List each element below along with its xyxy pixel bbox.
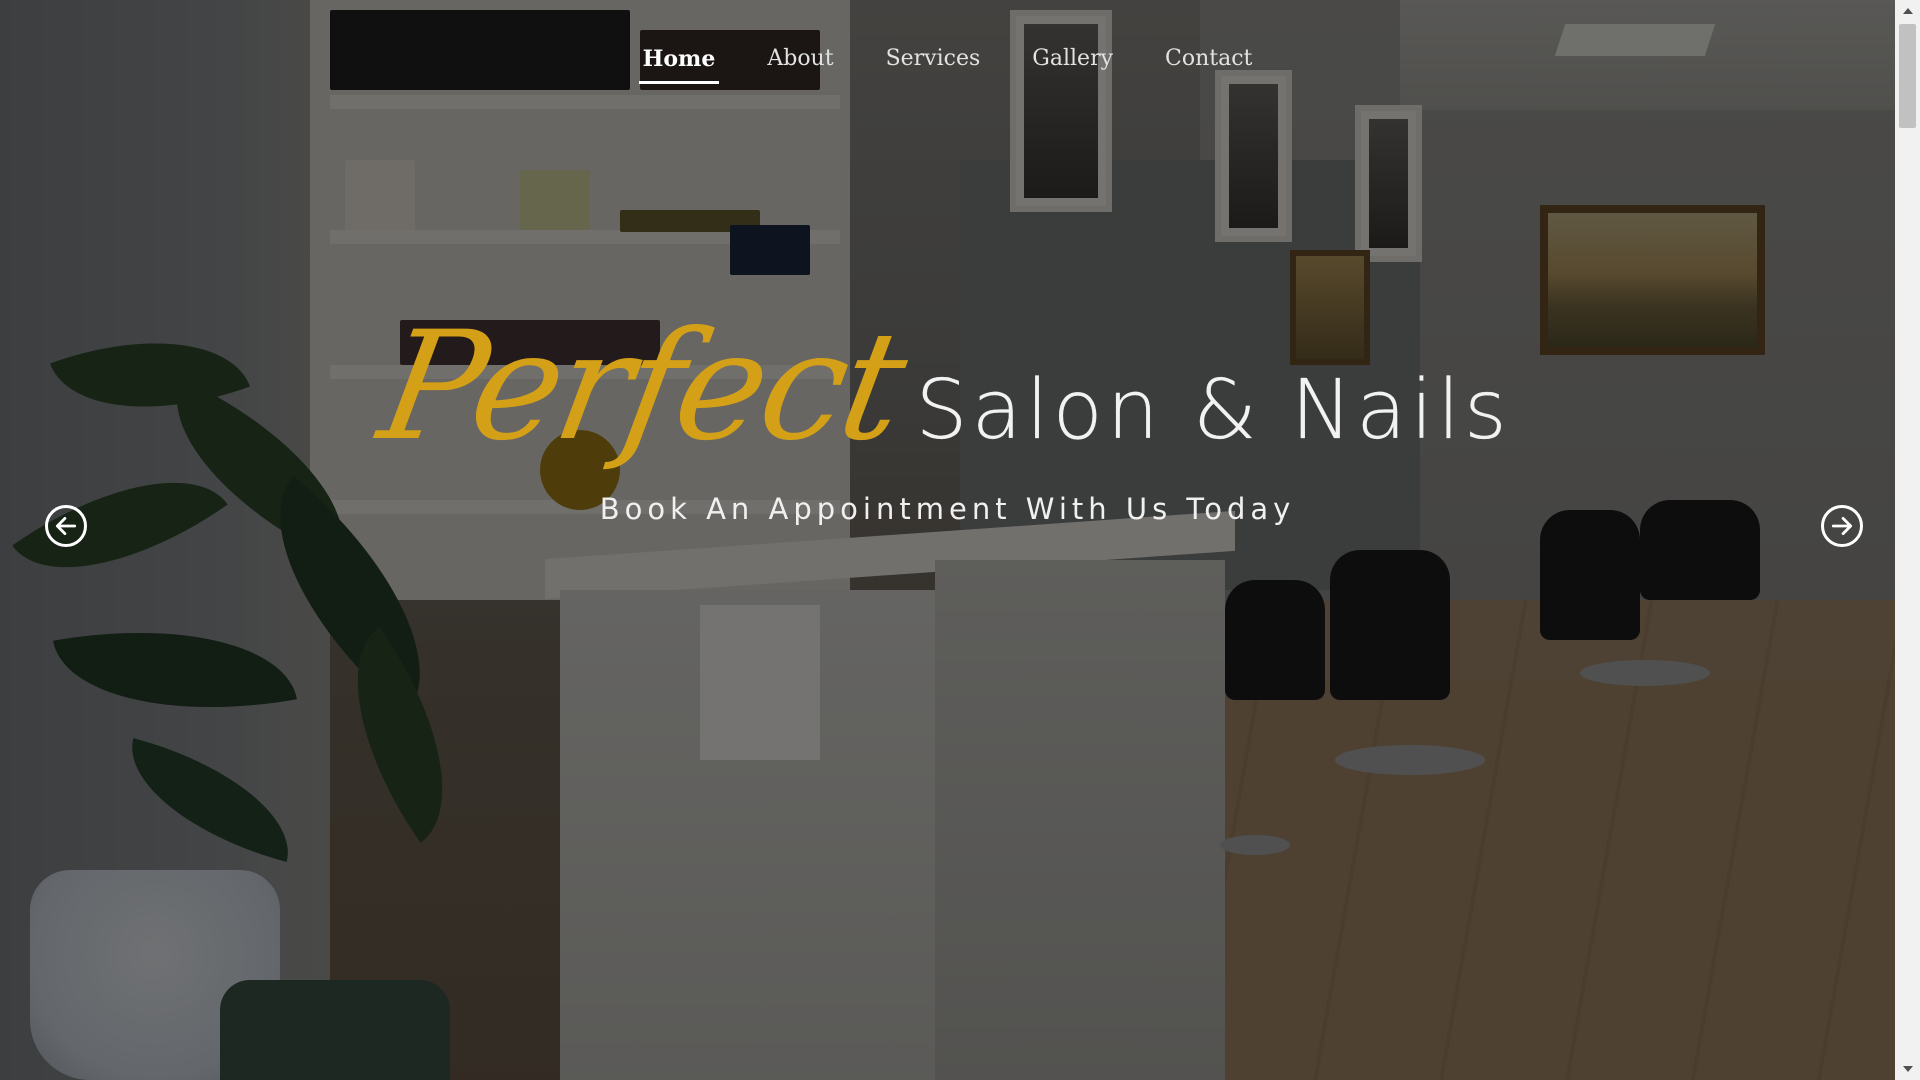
page: Home About Services Gallery Contact Perf… — [0, 0, 1920, 1080]
scrollbar-thumb[interactable] — [1899, 24, 1916, 128]
carousel-prev-button[interactable] — [45, 505, 87, 547]
nav-home[interactable]: Home — [638, 44, 720, 84]
hero-dark-overlay — [0, 0, 1895, 1080]
nav-gallery[interactable]: Gallery — [1028, 44, 1117, 84]
main-nav: Home About Services Gallery Contact — [0, 44, 1895, 84]
scroll-up-arrow-icon[interactable] — [1895, 0, 1920, 22]
hero-title: PerfectSalon & Nails — [0, 300, 1895, 474]
nav-contact[interactable]: Contact — [1161, 44, 1256, 84]
nav-services[interactable]: Services — [882, 44, 985, 84]
nav-about[interactable]: About — [763, 44, 837, 84]
hero-subtitle: Book An Appointment With Us Today — [599, 492, 1296, 526]
vertical-scrollbar[interactable] — [1895, 0, 1920, 1080]
scroll-down-arrow-icon[interactable] — [1895, 1058, 1920, 1080]
brand-script-word: Perfect — [368, 300, 915, 474]
brand-name-rest: Salon & Nails — [915, 363, 1511, 458]
arrow-right-icon — [1831, 517, 1853, 535]
arrow-left-icon — [55, 517, 77, 535]
carousel-next-button[interactable] — [1821, 505, 1863, 547]
